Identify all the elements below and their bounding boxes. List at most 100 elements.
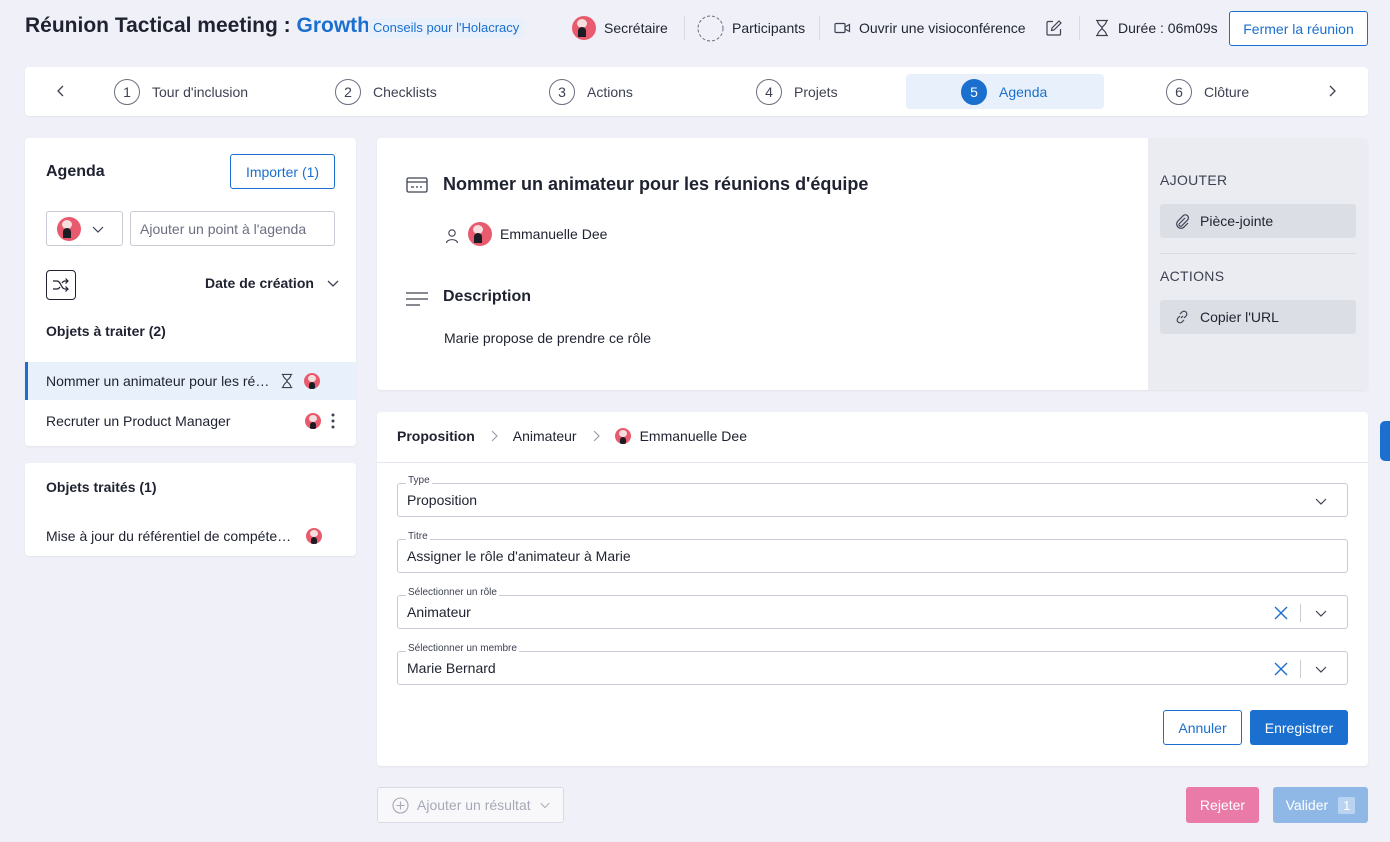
secretary-button[interactable]: Secrétaire (572, 14, 668, 42)
title-field[interactable]: Titre Assigner le rôle d'animateur à Mar… (397, 531, 1348, 573)
close-meeting-button[interactable]: Fermer la réunion (1229, 11, 1368, 46)
breadcrumb-avatar (614, 428, 631, 444)
attachment-button[interactable]: Pièce-jointe (1160, 204, 1356, 238)
proposal-card: Proposition Animateur Emmanuelle Dee Typ… (377, 412, 1368, 766)
chevron-down-icon (539, 799, 551, 811)
shuffle-button[interactable] (46, 270, 76, 300)
step-actions[interactable]: 3 Actions (549, 74, 633, 109)
participants-label: Participants (732, 20, 806, 36)
title-prefix: Réunion Tactical meeting : (25, 14, 297, 37)
description-text: Marie propose de prendre ce rôle (444, 330, 652, 346)
description-icon (406, 292, 428, 306)
more-vertical-icon[interactable] (331, 413, 335, 429)
actions-section-label: ACTIONS (1160, 268, 1225, 284)
add-section-label: AJOUTER (1160, 172, 1228, 188)
step-projects[interactable]: 4 Projets (756, 74, 838, 109)
validate-count-badge: 1 (1338, 796, 1356, 814)
sort-dropdown[interactable]: Date de création (205, 275, 340, 291)
video-conference-button[interactable]: Ouvrir une visioconférence (834, 14, 1026, 42)
list-item-label: Mise à jour du référentiel de compétence… (46, 528, 294, 544)
chevron-down-icon[interactable] (1313, 661, 1329, 677)
add-agenda-item-input[interactable]: Ajouter un point à l'agenda (130, 211, 335, 246)
owner-avatar (57, 216, 81, 241)
step-inclusion[interactable]: 1 Tour d'inclusion (114, 74, 248, 109)
video-conference-label: Ouvrir une visioconférence (859, 20, 1026, 36)
breadcrumb-role: Animateur (512, 428, 577, 444)
duration-display: Durée : 06m09s (1094, 14, 1218, 42)
video-camera-icon (834, 21, 851, 35)
owner-avatar (468, 222, 492, 246)
title-value: Assigner le rôle d'animateur à Marie (407, 548, 631, 564)
validate-button[interactable]: Valider 1 (1273, 787, 1368, 823)
step-label: Clôture (1204, 83, 1250, 100)
breadcrumb-type: Proposition (397, 428, 475, 444)
chevron-right-icon (591, 430, 601, 442)
step-number: 5 (961, 78, 987, 105)
item-owner-avatar (305, 413, 321, 429)
chevron-down-icon (1313, 493, 1329, 509)
breadcrumb: Proposition Animateur Emmanuelle Dee (397, 428, 747, 444)
add-result-button[interactable]: Ajouter un résultat (377, 787, 564, 823)
side-panel-toggle[interactable] (1380, 421, 1390, 461)
step-number: 2 (335, 78, 361, 105)
item-owner-avatar (306, 528, 322, 544)
member-label: Sélectionner un membre (406, 643, 519, 654)
list-item[interactable]: Mise à jour du référentiel de compétence… (25, 517, 356, 555)
member-value: Marie Bernard (407, 660, 496, 676)
duration-label: Durée : 06m09s (1118, 20, 1218, 36)
role-label: Sélectionner un rôle (406, 587, 499, 598)
item-owner-avatar (304, 373, 320, 389)
import-button[interactable]: Importer (1) (230, 154, 335, 189)
step-label: Projets (794, 83, 838, 100)
participants-button[interactable]: Participants (697, 14, 805, 42)
step-label: Agenda (999, 83, 1048, 100)
agenda-title: Agenda (46, 163, 105, 180)
type-select[interactable]: Type Proposition (397, 475, 1348, 517)
meeting-steps: 1 Tour d'inclusion 2 Checklists 3 Actions 4… (25, 67, 1368, 116)
add-result-label: Ajouter un résultat (417, 797, 531, 813)
copy-url-button[interactable]: Copier l'URL (1160, 300, 1356, 334)
chevron-down-icon (326, 276, 340, 290)
cancel-button[interactable]: Annuler (1163, 710, 1242, 745)
sort-label: Date de création (205, 275, 314, 291)
copy-url-label: Copier l'URL (1200, 309, 1279, 325)
hourglass-icon (280, 373, 294, 389)
add-agenda-placeholder: Ajouter un point à l'agenda (140, 221, 307, 237)
role-select[interactable]: Sélectionner un rôle Animateur (397, 587, 1348, 629)
agenda-panel: Agenda Importer (1) Ajouter un point à l… (25, 138, 356, 446)
item-owner[interactable]: Emmanuelle Dee (468, 222, 607, 246)
step-number: 6 (1166, 78, 1192, 105)
step-checklists[interactable]: 2 Checklists (335, 74, 437, 109)
chevron-left-icon[interactable] (54, 84, 68, 98)
list-item-label: Recruter un Product Manager (46, 413, 231, 429)
validate-label: Valider (1285, 797, 1329, 813)
clear-icon[interactable] (1273, 605, 1289, 621)
owner-select[interactable] (46, 211, 123, 246)
processed-title: Objets traités (1) (46, 479, 157, 495)
clear-icon[interactable] (1273, 661, 1289, 677)
paperclip-icon (1174, 213, 1190, 229)
save-button[interactable]: Enregistrer (1250, 710, 1348, 745)
plus-circle-icon (392, 796, 409, 814)
processed-panel: Objets traités (1) Mise à jour du référe… (25, 463, 356, 556)
title-label: Titre (406, 531, 430, 542)
chevron-down-icon[interactable] (1313, 605, 1329, 621)
step-closing[interactable]: 6 Clôture (1166, 74, 1249, 109)
type-label: Type (406, 475, 432, 486)
to-process-title: Objets à traiter (2) (46, 323, 166, 339)
chevron-right-icon[interactable] (1325, 84, 1339, 98)
hourglass-icon (1094, 19, 1110, 37)
edit-meeting-button[interactable] (1045, 14, 1063, 42)
breadcrumb-member: Emmanuelle Dee (639, 428, 747, 444)
secretary-label: Secrétaire (604, 20, 668, 36)
organization-tag[interactable]: Conseils pour l'Holacracy (368, 18, 525, 38)
member-select[interactable]: Sélectionner un membre Marie Bernard (397, 643, 1348, 685)
reject-button[interactable]: Rejeter (1186, 787, 1259, 823)
list-item[interactable]: Nommer un animateur pour les réunions d'… (25, 362, 356, 400)
step-label: Actions (587, 83, 633, 100)
secretary-avatar (572, 16, 596, 40)
step-agenda[interactable]: 5 Agenda (906, 74, 1104, 109)
list-item[interactable]: Recruter un Product Manager (25, 402, 356, 440)
circle-name[interactable]: Growth (296, 14, 370, 37)
agenda-item-card: Nommer un animateur pour les réunions d'… (377, 138, 1368, 390)
